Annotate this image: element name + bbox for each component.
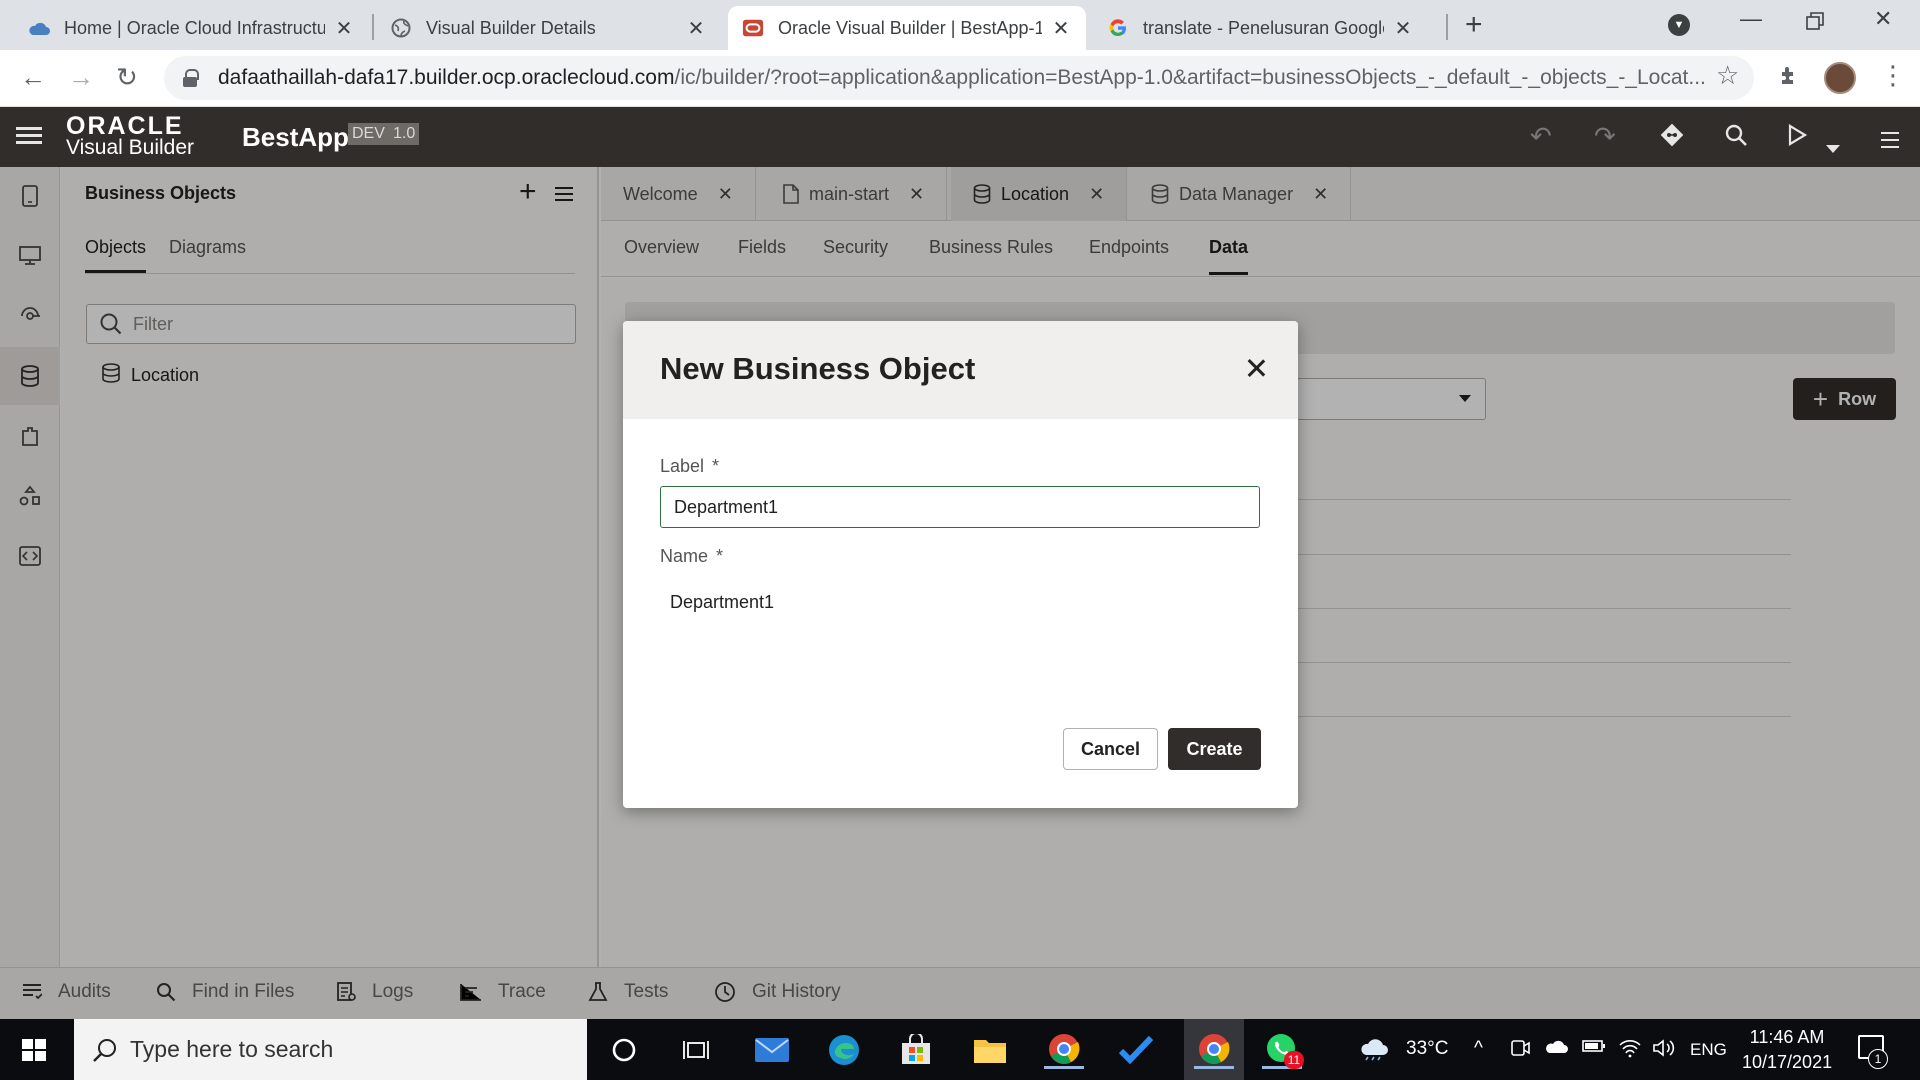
name-value: Department1 <box>670 592 775 612</box>
required-mark: * <box>716 546 724 566</box>
run-icon[interactable] <box>1786 123 1808 154</box>
bookmark-star-icon[interactable]: ☆ <box>1716 60 1739 91</box>
redo-icon[interactable]: ↷ <box>1594 121 1616 152</box>
oracle-cloud-icon <box>28 17 50 39</box>
taskbar-search-input[interactable]: Type here to search <box>74 1019 587 1080</box>
browser-tab-google-translate[interactable]: translate - Penelusuran Google ✕ <box>1093 6 1428 50</box>
globe-icon <box>390 17 412 39</box>
meet-icon[interactable] <box>1510 1038 1530 1064</box>
chevron-down-icon[interactable] <box>1826 131 1840 162</box>
oracle-icon <box>742 17 764 39</box>
url-field[interactable]: dafaathaillah-dafa17.builder.ocp.oraclec… <box>164 56 1754 100</box>
label-caption-text: Label <box>660 456 705 476</box>
new-tab-icon[interactable]: + <box>1465 8 1483 42</box>
label-input[interactable] <box>660 486 1260 528</box>
taskbar-clock[interactable]: 11:46 AM 10/17/2021 <box>1742 1025 1832 1075</box>
tab-separator <box>372 14 374 40</box>
forward-icon[interactable]: → <box>68 62 94 93</box>
browser-menu-icon[interactable]: ⋮ <box>1880 60 1906 91</box>
chrome-icon[interactable] <box>1194 1031 1234 1069</box>
cortana-icon[interactable] <box>604 1031 644 1069</box>
env-badge: DEV <box>348 123 389 145</box>
battery-icon[interactable] <box>1582 1038 1606 1060</box>
url-path: /ic/builder/?root=application&applicatio… <box>674 66 1706 89</box>
app-name: BestApp <box>242 122 349 152</box>
git-icon[interactable] <box>1660 123 1684 154</box>
browser-tab-strip: Home | Oracle Cloud Infrastructu ✕ Visua… <box>0 0 1920 50</box>
todo-icon[interactable] <box>1116 1031 1156 1069</box>
whatsapp-icon[interactable]: 11 <box>1262 1031 1304 1069</box>
minimize-icon[interactable]: — <box>1740 6 1762 32</box>
browser-tab-oracle-cloud[interactable]: Home | Oracle Cloud Infrastructu ✕ <box>14 6 369 50</box>
lock-icon <box>182 69 199 87</box>
google-icon <box>1107 17 1129 39</box>
vb-header: ORACLE Visual Builder BestApp DEV 1.0 ↶ … <box>0 107 1920 167</box>
close-tab-icon[interactable]: ✕ <box>685 16 707 41</box>
extensions-icon[interactable] <box>1778 64 1800 92</box>
microsoft-store-icon[interactable] <box>896 1031 936 1069</box>
wifi-icon[interactable] <box>1618 1038 1642 1064</box>
name-caption-text: Name <box>660 546 709 566</box>
restore-icon[interactable] <box>1806 10 1824 36</box>
mail-icon[interactable] <box>752 1031 792 1069</box>
weather-temperature: 33°C <box>1406 1038 1449 1059</box>
address-bar: ← → ↻ dafaathaillah-dafa17.builder.ocp.o… <box>0 50 1920 107</box>
close-tab-icon[interactable]: ✕ <box>1392 16 1414 41</box>
edge-icon[interactable] <box>824 1031 864 1069</box>
input-language[interactable]: ENG <box>1690 1040 1727 1060</box>
taskbar-search-placeholder: Type here to search <box>130 1036 334 1062</box>
weather-icon[interactable] <box>1358 1035 1390 1067</box>
close-tab-icon[interactable]: ✕ <box>333 16 355 41</box>
dialog-title: New Business Object <box>660 351 976 386</box>
name-field-caption: Name * <box>660 546 723 567</box>
browser-tab-oracle-visual-builder[interactable]: Oracle Visual Builder | BestApp-1 ✕ <box>728 6 1086 50</box>
chevron-up-icon[interactable]: ^ <box>1474 1038 1483 1060</box>
chrome-profile-icon[interactable] <box>1044 1031 1084 1069</box>
visual-builder-logo: Visual Builder <box>66 136 195 159</box>
required-mark: * <box>712 456 720 476</box>
label-field-caption: Label * <box>660 456 719 477</box>
tab-separator <box>1446 14 1448 40</box>
browser-tab-visual-builder-details[interactable]: Visual Builder Details ✕ <box>376 6 721 50</box>
cancel-button[interactable]: Cancel <box>1063 728 1158 770</box>
close-icon[interactable] <box>1243 355 1269 381</box>
close-window-icon[interactable]: ✕ <box>1874 6 1892 32</box>
whatsapp-badge: 11 <box>1284 1051 1304 1069</box>
volume-icon[interactable] <box>1652 1038 1676 1064</box>
clock-date: 10/17/2021 <box>1742 1052 1833 1072</box>
close-tab-icon[interactable]: ✕ <box>1050 16 1072 41</box>
clock-time: 11:46 AM <box>1749 1027 1825 1047</box>
onedrive-icon[interactable] <box>1544 1038 1568 1060</box>
windows-start-icon[interactable] <box>22 1039 46 1061</box>
dialog-header: New Business Object <box>623 321 1298 419</box>
profile-avatar[interactable] <box>1824 62 1856 94</box>
undo-icon[interactable]: ↶ <box>1530 121 1552 152</box>
file-explorer-icon[interactable] <box>970 1031 1010 1069</box>
search-icon[interactable] <box>1724 123 1748 154</box>
notification-count: 1 <box>1868 1049 1888 1069</box>
reload-icon[interactable]: ↻ <box>116 62 138 93</box>
back-icon[interactable]: ← <box>20 62 46 93</box>
windows-taskbar: Type here to search 11 33°C ^ ENG 11:46 … <box>0 1019 1920 1080</box>
menu-icon[interactable] <box>1880 125 1900 156</box>
search-icon <box>92 1037 118 1063</box>
navigator-menu-icon[interactable] <box>16 123 42 149</box>
tab-search-icon[interactable]: ▼ <box>1668 14 1690 36</box>
version-badge: 1.0 <box>389 123 420 145</box>
task-view-icon[interactable] <box>676 1031 716 1069</box>
create-button[interactable]: Create <box>1168 728 1261 770</box>
url-host: dafaathaillah-dafa17.builder.ocp.oraclec… <box>218 66 675 89</box>
new-business-object-dialog: New Business Object Label * Name * Departm… <box>623 321 1298 808</box>
